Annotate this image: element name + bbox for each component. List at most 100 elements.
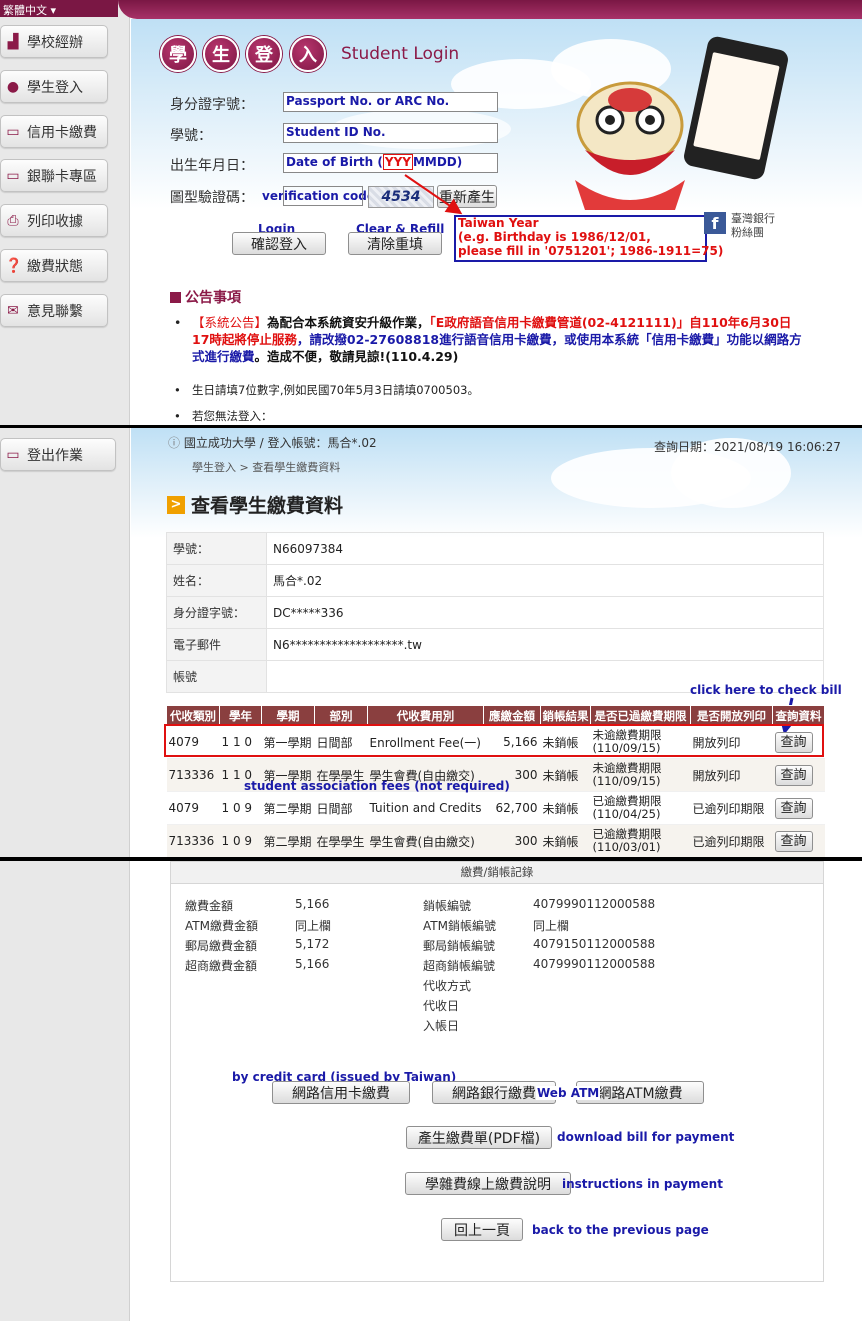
notice-text: 「E政府語音信用卡繳費管道(02-4121111)」自 bbox=[429, 315, 702, 330]
cell-result: 未銷帳 bbox=[540, 758, 591, 792]
table-row: 713336 1 0 9 第二學期 在學學生 學生會費(自由繳交) 300 未銷… bbox=[166, 824, 825, 858]
captcha-input[interactable] bbox=[283, 186, 363, 206]
credit-card-pay-button[interactable]: 網路信用卡繳費 bbox=[272, 1081, 410, 1104]
payment-instructions-button[interactable]: 學雜費線上繳費說明 bbox=[405, 1172, 571, 1195]
column-header: 學期 bbox=[261, 705, 315, 726]
page-title-text: 查看學生繳費資料 bbox=[191, 495, 344, 517]
sidebar-item-credit-card[interactable]: ▭ 信用卡繳費 bbox=[0, 115, 108, 148]
column-header: 是否已過繳費期限 bbox=[590, 705, 691, 726]
clear-button[interactable]: 清除重填 bbox=[348, 232, 442, 255]
bill-panel: ▭ 登出作業 ⓘ 國立成功大學 / 登入帳號：馬合*.02 查詢日期：2021/0… bbox=[0, 428, 862, 858]
logout-button[interactable]: ▭ 登出作業 bbox=[0, 438, 116, 471]
cell-dept: 日間部 bbox=[314, 791, 368, 825]
logout-label: 登出作業 bbox=[27, 447, 83, 464]
breadcrumb: 學生登入 > 查看學生繳費資料 bbox=[192, 461, 341, 474]
user-circle-icon: ⓘ bbox=[168, 436, 181, 450]
info-key: 身分證字號： bbox=[166, 596, 267, 629]
column-header: 是否開放列印 bbox=[690, 705, 773, 726]
student-id-input[interactable]: Student ID No. bbox=[283, 123, 498, 143]
info-value: 馬合*.02 bbox=[266, 564, 824, 597]
cell-year: 1 0 9 bbox=[219, 824, 262, 858]
notice-text: 生日請填7位數字,例如民國70年5月3日請填0700503。 bbox=[192, 383, 479, 397]
cell-amount: 62,700 bbox=[483, 791, 541, 825]
birth-placeholder-prefix: Date of Birth ( bbox=[286, 155, 383, 169]
payment-record-panel: 繳費/銷帳記錄 繳費金額 5,166 ATM繳費金額 同上欄 郵局繳費金額 5,… bbox=[0, 861, 862, 1321]
facebook-fan-page[interactable]: 臺灣銀行 粉絲團 bbox=[731, 212, 775, 240]
info-value: DC*****336 bbox=[266, 596, 824, 629]
record-key: 郵局銷帳編號 bbox=[423, 939, 496, 953]
cell-query: 查詢 bbox=[772, 758, 825, 792]
column-header: 代收類別 bbox=[166, 705, 220, 726]
card-icon: ▭ bbox=[6, 167, 20, 184]
sidebar-item-student-login[interactable]: ● 學生登入 bbox=[0, 70, 108, 103]
title-char-circle: 生 bbox=[203, 36, 239, 72]
sidebar-item-label: 意見聯繫 bbox=[27, 303, 83, 320]
cell-term: 第二學期 bbox=[261, 824, 315, 858]
birth-placeholder-suffix: MMDD) bbox=[412, 155, 463, 169]
printer-icon: ⎙ bbox=[7, 212, 19, 229]
column-header: 部別 bbox=[314, 705, 368, 726]
column-header: 銷帳結果 bbox=[540, 705, 591, 726]
user-icon: ● bbox=[6, 78, 20, 95]
title-char-circle: 入 bbox=[290, 36, 326, 72]
query-button[interactable]: 查詢 bbox=[774, 764, 813, 786]
cell-result: 未銷帳 bbox=[540, 824, 591, 858]
query-button[interactable]: 查詢 bbox=[774, 797, 813, 819]
table-row: 4079 1 0 9 第二學期 日間部 Tuition and Credits … bbox=[166, 791, 825, 825]
back-button[interactable]: 回上一頁 bbox=[441, 1218, 523, 1241]
sidebar-item-school-admin[interactable]: ▟ 學校經辦 bbox=[0, 25, 108, 58]
sidebar-item-payment-status[interactable]: ❓ 繳費狀態 bbox=[0, 249, 108, 282]
cell-fee: 學生會費(自由繳交) bbox=[367, 824, 484, 858]
notice-text: 02-27608818 bbox=[346, 332, 440, 347]
record-key: 入帳日 bbox=[423, 1019, 460, 1033]
title-char-circle: 登 bbox=[246, 36, 282, 72]
table-row: 身分證字號： DC*****336 bbox=[166, 596, 824, 629]
sidebar-item-print-receipt[interactable]: ⎙ 列印收據 bbox=[0, 204, 108, 237]
sidebar-item-feedback[interactable]: ✉ 意見聯繫 bbox=[0, 294, 108, 327]
captcha-label: 圖型驗證碼： bbox=[170, 190, 254, 206]
facebook-icon[interactable]: f bbox=[704, 212, 726, 234]
info-key: 姓名： bbox=[166, 564, 267, 597]
birth-year-highlight: YYY bbox=[382, 154, 413, 170]
notice-text: 為配合本系統資安升級作業， bbox=[267, 315, 430, 330]
record-key: ATM繳費金額 bbox=[185, 919, 258, 933]
info-value: N6*******************.tw bbox=[266, 628, 824, 661]
query-date: 查詢日期：2021/08/19 16:06:27 bbox=[654, 440, 841, 454]
building-icon: ▟ bbox=[7, 33, 19, 50]
sidebar-item-unionpay[interactable]: ▭ 銀聯卡專區 bbox=[0, 159, 108, 192]
language-selector[interactable]: 繁體中文 ▾ bbox=[0, 0, 118, 17]
table-row: 電子郵件 N6*******************.tw bbox=[166, 628, 824, 661]
record-value: 5,172 bbox=[295, 937, 330, 951]
record-key: 代收方式 bbox=[423, 979, 472, 993]
query-button[interactable]: 查詢 bbox=[774, 830, 813, 852]
generate-pdf-button[interactable]: 產生繳費單(PDF檔) bbox=[406, 1126, 552, 1149]
column-header: 查詢資料 bbox=[772, 705, 825, 726]
column-header: 代收費用別 bbox=[367, 705, 484, 726]
login-button[interactable]: 確認登入 bbox=[232, 232, 326, 255]
language-label: 繁體中文 bbox=[3, 4, 47, 17]
notice-text: 。造成不便，敬請見諒! bbox=[254, 349, 386, 364]
bulletin-title: 公告事項 bbox=[170, 287, 241, 307]
info-value: N66097384 bbox=[266, 532, 824, 565]
id-input[interactable]: Passport No. or ARC No. bbox=[283, 92, 498, 112]
record-key: ATM銷帳編號 bbox=[423, 919, 496, 933]
cell-dept: 在學學生 bbox=[314, 824, 368, 858]
sidebar-item-label: 列印收據 bbox=[27, 213, 83, 230]
table-header-row: 代收類別 學年 學期 部別 代收費用別 應繳金額 銷帳結果 是否已過繳費期限 是… bbox=[166, 705, 825, 726]
note-line: (e.g. Birthday is 1986/12/01, bbox=[458, 230, 651, 244]
record-value: 同上欄 bbox=[295, 919, 332, 933]
table-row: 學號： N66097384 bbox=[166, 532, 824, 565]
cell-query: 查詢 bbox=[772, 791, 825, 825]
sidebar-item-label: 信用卡繳費 bbox=[27, 124, 97, 141]
deadline-date: (110/04/25) bbox=[592, 807, 661, 821]
sidebar bbox=[0, 861, 130, 1321]
account-line: ⓘ 國立成功大學 / 登入帳號：馬合*.02 bbox=[168, 434, 377, 451]
pdf-annotation: download bill for payment bbox=[557, 1130, 735, 1144]
cell-deadline: 已逾繳費期限 (110/03/01) bbox=[590, 824, 691, 858]
info-key: 帳號 bbox=[166, 660, 267, 693]
birth-label: 出生年月日： bbox=[170, 158, 254, 174]
cell-print: 已逾列印期限 bbox=[690, 791, 773, 825]
check-bill-annotation: click here to check bill bbox=[690, 683, 842, 697]
record-key: 繳費金額 bbox=[185, 899, 234, 913]
cell-result: 未銷帳 bbox=[540, 791, 591, 825]
